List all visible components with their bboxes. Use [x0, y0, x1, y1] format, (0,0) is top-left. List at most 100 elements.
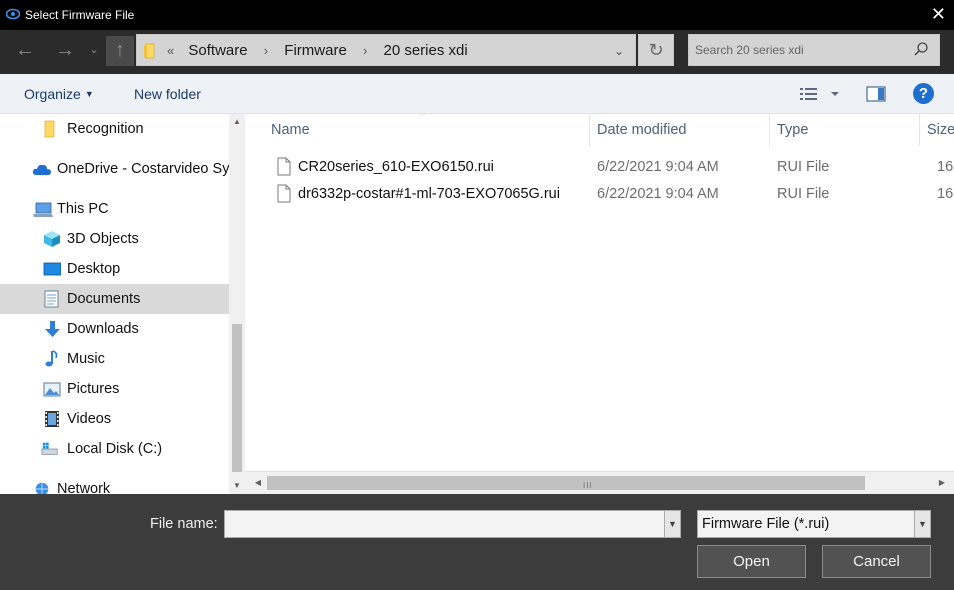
sort-ascending-icon: ^ — [420, 114, 425, 121]
horizontal-scrollbar[interactable]: ◀ III ▶ — [245, 471, 954, 494]
sidebar-item-music[interactable]: Music — [0, 344, 229, 374]
recent-locations-button[interactable]: ⌄ — [86, 36, 102, 66]
breadcrumb-firmware[interactable]: Firmware — [284, 42, 347, 59]
column-divider[interactable] — [919, 114, 920, 146]
sidebar-item-label: Documents — [67, 291, 141, 307]
command-toolbar: Organize ▼ New folder ? — [0, 74, 954, 114]
forward-button[interactable]: → — [50, 36, 80, 66]
search-input[interactable] — [695, 41, 907, 59]
music-icon — [45, 350, 58, 367]
chevron-right-icon[interactable]: › — [264, 43, 268, 58]
desktop-icon — [43, 262, 61, 276]
file-name: dr6332p-costar#1-ml-703-EXO7065G.rui — [298, 186, 560, 202]
new-folder-button[interactable]: New folder — [134, 86, 201, 102]
sidebar-item-label: Music — [67, 351, 105, 367]
close-icon[interactable]: ✕ — [931, 4, 946, 25]
column-header-type[interactable]: Type — [777, 122, 808, 138]
app-eye-icon — [6, 8, 20, 20]
file-icon — [277, 157, 291, 176]
breadcrumb-software[interactable]: Software — [188, 42, 247, 59]
scroll-left-icon[interactable]: ◀ — [251, 476, 265, 490]
chevron-down-icon[interactable]: ▼ — [914, 511, 930, 537]
computer-icon — [33, 202, 53, 217]
sidebar-item-label: Pictures — [67, 381, 120, 397]
sidebar-item-label: OneDrive - Costarvideo Sy — [57, 161, 229, 177]
sidebar-item-label: Recognition — [67, 121, 144, 137]
file-type: RUI File — [777, 159, 830, 175]
file-type-filter-value: Firmware File (*.rui) — [702, 516, 830, 532]
preview-pane-icon[interactable] — [866, 85, 888, 103]
sidebar-item-pictures[interactable]: Pictures — [0, 374, 229, 404]
title-bar: Select Firmware File ✕ — [0, 0, 954, 30]
search-box[interactable] — [688, 34, 940, 66]
sidebar-item-3d-objects[interactable]: 3D Objects — [0, 224, 229, 254]
organize-button[interactable]: Organize ▼ — [24, 86, 94, 102]
file-name-input[interactable] — [229, 515, 659, 533]
sidebar-item-desktop[interactable]: Desktop — [0, 254, 229, 284]
cancel-button[interactable]: Cancel — [822, 545, 931, 578]
pictures-icon — [43, 382, 61, 397]
disk-icon — [41, 442, 58, 455]
sidebar-item-this-pc[interactable]: This PC — [0, 194, 229, 224]
file-date-modified: 6/22/2021 9:04 AM — [597, 186, 719, 202]
caret-down-icon: ▼ — [84, 89, 94, 99]
file-date-modified: 6/22/2021 9:04 AM — [597, 159, 719, 175]
sidebar-item-recognition[interactable]: Recognition — [0, 114, 229, 144]
sidebar-item-label: Desktop — [67, 261, 121, 277]
scrollbar-thumb[interactable]: III — [267, 476, 865, 490]
help-icon[interactable]: ? — [913, 83, 934, 104]
sidebar-item-downloads[interactable]: Downloads — [0, 314, 229, 344]
file-row[interactable]: CR20series_610-EXO6150.rui 6/22/2021 9:0… — [265, 154, 954, 181]
file-name-combobox[interactable]: ▼ — [224, 510, 681, 538]
sidebar-item-label: Network — [57, 481, 111, 494]
sidebar-item-label: 3D Objects — [67, 231, 139, 247]
column-header-date-modified[interactable]: Date modified — [597, 122, 686, 138]
file-size: 16 — [937, 159, 954, 175]
organize-label: Organize — [24, 86, 81, 102]
chevron-down-icon[interactable]: ▼ — [664, 511, 680, 537]
scrollbar-thumb[interactable] — [232, 324, 242, 472]
file-list: ^ Name Date modified Type Size CR20serie… — [245, 114, 954, 471]
sidebar-item-documents[interactable]: Documents — [0, 284, 229, 314]
breadcrumb-overflow[interactable]: « — [167, 43, 174, 58]
document-icon — [44, 290, 59, 308]
folder-icon — [44, 120, 55, 138]
sidebar-item-label: Local Disk (C:) — [67, 441, 163, 457]
sidebar-item-label: This PC — [57, 201, 109, 217]
folder-icon — [144, 43, 155, 59]
file-type-filter[interactable]: Firmware File (*.rui) ▼ — [697, 510, 931, 538]
sidebar-item-local-disk[interactable]: Local Disk (C:) — [0, 434, 229, 464]
up-button[interactable]: ↑ — [106, 36, 134, 66]
sidebar-item-label: Videos — [67, 411, 112, 427]
cube-icon — [44, 231, 60, 247]
scroll-right-icon[interactable]: ▶ — [935, 476, 949, 490]
scroll-down-icon[interactable]: ▼ — [229, 478, 245, 494]
chevron-down-icon[interactable]: ⌄ — [607, 39, 631, 63]
file-name-label: File name: — [150, 516, 218, 532]
sidebar-item-videos[interactable]: Videos — [0, 404, 229, 434]
address-bar[interactable]: « Software › Firmware › 20 series xdi ⌄ — [136, 34, 636, 66]
breadcrumb-20-series-xdi[interactable]: 20 series xdi — [383, 42, 467, 59]
column-header-name[interactable]: Name — [271, 122, 310, 138]
cloud-icon — [32, 164, 51, 175]
view-options-icon[interactable] — [800, 85, 840, 103]
breadcrumb: « Software › Firmware › 20 series xdi — [167, 42, 474, 59]
scrollbar-grip: III — [583, 481, 593, 490]
column-divider[interactable] — [589, 114, 590, 146]
scroll-up-icon[interactable]: ▲ — [229, 114, 245, 130]
search-icon[interactable] — [913, 41, 929, 57]
file-row[interactable]: dr6332p-costar#1-ml-703-EXO7065G.rui 6/2… — [265, 181, 954, 208]
open-button[interactable]: Open — [697, 545, 806, 578]
column-divider[interactable] — [769, 114, 770, 146]
sidebar-item-label: Downloads — [67, 321, 139, 337]
column-header-size[interactable]: Size — [927, 122, 954, 138]
navigation-scrollbar[interactable]: ▲ ▼ — [229, 114, 245, 494]
sidebar-item-network[interactable]: Network — [0, 474, 229, 494]
file-type: RUI File — [777, 186, 830, 202]
chevron-right-icon[interactable]: › — [363, 43, 367, 58]
sidebar-item-onedrive[interactable]: OneDrive - Costarvideo Sy — [0, 154, 229, 184]
videos-icon — [45, 411, 59, 427]
dialog-footer: File name: ▼ Firmware File (*.rui) ▼ Ope… — [0, 494, 954, 590]
back-button[interactable]: ← — [10, 36, 40, 66]
refresh-button[interactable]: ↻ — [638, 34, 674, 66]
